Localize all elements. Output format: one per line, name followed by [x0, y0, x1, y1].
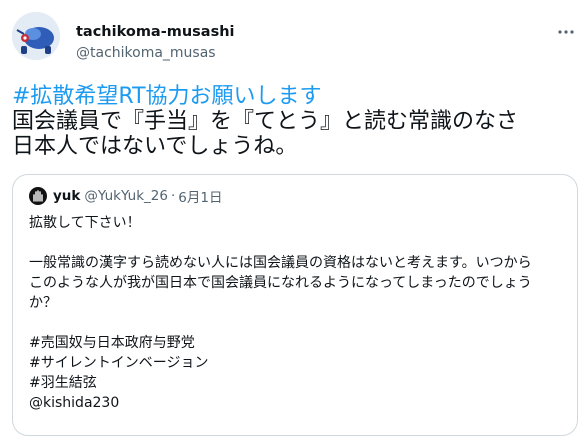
quoted-line: 拡散して下さい！: [29, 215, 141, 231]
robot-avatar-icon: [12, 12, 60, 60]
quoted-author-handle: @YukYuk_26: [84, 188, 168, 204]
dot-separator: ·: [170, 188, 176, 204]
tweet-text: #拡散希望RT協力お願いします 国会議員で『手当』を『てとう』と読む常識のなさ …: [12, 84, 582, 159]
quoted-author-name: yuk: [53, 188, 81, 204]
quoted-blank-line: [29, 313, 565, 333]
hand-avatar-icon: [29, 187, 47, 205]
quoted-line: 一般常識の漢字すら読めない人には国会議員の資格はないと考えます。いつから: [29, 255, 532, 271]
hashtag-link[interactable]: #拡散希望RT協力お願いします: [12, 84, 582, 109]
author-name[interactable]: tachikoma-musashi: [76, 23, 235, 41]
quoted-blank-line: [29, 233, 565, 253]
avatar[interactable]: [12, 12, 60, 60]
quoted-hashtag: #売国奴与日本政府与野党: [29, 335, 195, 351]
tweet-line: 国会議員で『手当』を『てとう』と読む常識のなさ: [12, 109, 519, 134]
quoted-mention: @kishida230: [29, 395, 120, 411]
quoted-tweet-header: yuk @YukYuk_26 · 6月1日: [29, 187, 223, 206]
quoted-tweet-text: 拡散して下さい！ 一般常識の漢字すら読めない人には国会議員の資格はないと考えます…: [29, 213, 565, 413]
quoted-date: 6月1日: [178, 190, 223, 206]
quoted-hashtag: #サイレントインベージョン: [29, 355, 209, 371]
quoted-tweet[interactable]: yuk @YukYuk_26 · 6月1日 拡散して下さい！ 一般常識の漢字すら…: [12, 174, 578, 436]
quoted-hashtag: #羽生結弦: [29, 375, 97, 391]
more-options-icon[interactable]: [556, 24, 576, 40]
quoted-line: か？: [29, 295, 57, 311]
tweet-line: 日本人ではないでしょうね。: [12, 134, 298, 159]
author-handle[interactable]: @tachikoma_musas: [76, 44, 216, 62]
quoted-line: このような人が我が国日本で国会議員になれるようになってしまったのでしょう: [29, 275, 532, 291]
